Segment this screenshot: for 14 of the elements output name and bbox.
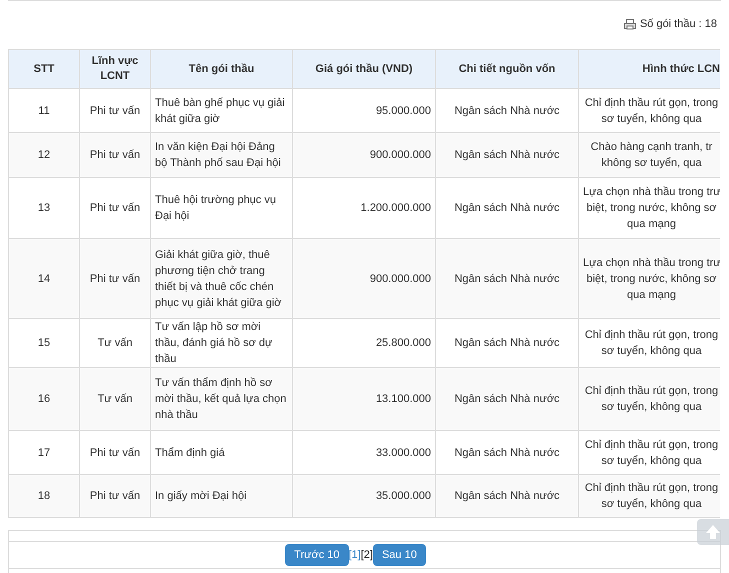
row-number-cell: 18 [8, 474, 80, 518]
previous-button[interactable]: Trước 10 [285, 544, 348, 566]
funding-source-cell: Ngân sách Nhà nước [436, 474, 578, 518]
up-arrow-icon [705, 524, 721, 540]
field-cell: Phi tư vấn [80, 474, 150, 518]
column-header: STT [8, 50, 80, 88]
page-link[interactable]: [2] [360, 546, 373, 564]
package-count: Số gói thầu : 18 [640, 16, 717, 32]
page-link[interactable]: [1] [348, 546, 361, 564]
next-button[interactable]: Sau 10 [372, 544, 426, 566]
package-name-cell: In giấy mời Đại hội [150, 474, 292, 518]
printer-icon [624, 18, 636, 30]
price-cell: 35.000.000 [292, 474, 436, 518]
scroll-to-top-button[interactable] [697, 519, 729, 545]
